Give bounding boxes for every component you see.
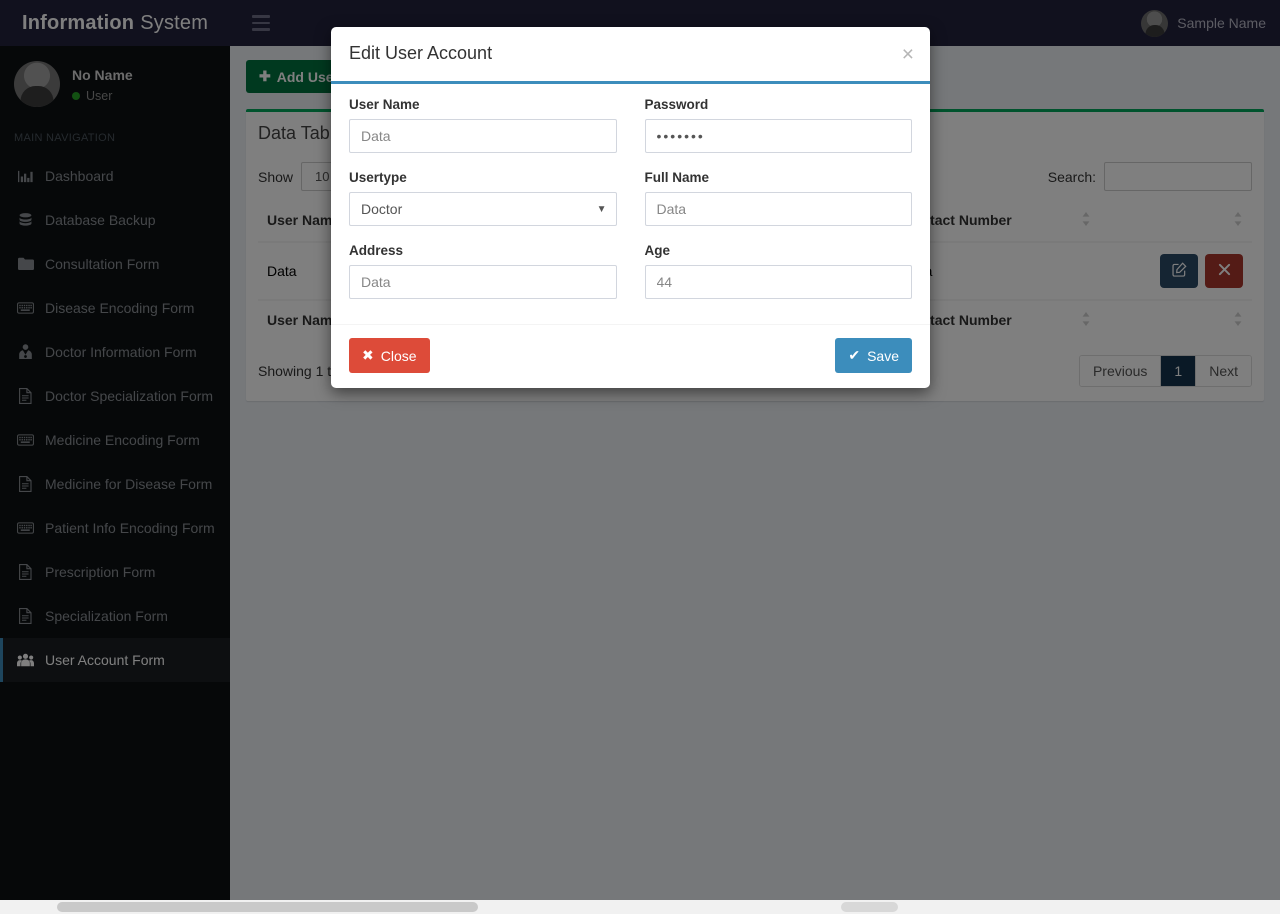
field-usertype: Usertype Doctor ▼ bbox=[349, 170, 617, 226]
modal-footer: ✖ Close ✔ Save bbox=[331, 324, 930, 388]
age-input[interactable] bbox=[644, 265, 912, 299]
age-label: Age bbox=[644, 243, 671, 258]
field-password: Password bbox=[644, 97, 912, 153]
field-age: Age bbox=[644, 243, 912, 299]
user-name-input[interactable] bbox=[349, 119, 617, 153]
save-button[interactable]: ✔ Save bbox=[835, 338, 912, 373]
check-icon: ✔ bbox=[848, 347, 861, 363]
modal-col-left-2: Usertype Doctor ▼ bbox=[349, 170, 617, 243]
horizontal-scrollbar[interactable] bbox=[0, 900, 1280, 914]
scrollbar-thumb[interactable] bbox=[57, 902, 478, 912]
password-label: Password bbox=[644, 97, 709, 112]
full-name-label: Full Name bbox=[644, 170, 710, 185]
modal-col-right-1: Password bbox=[644, 97, 912, 170]
usertype-label: Usertype bbox=[349, 170, 407, 185]
field-full-name: Full Name bbox=[644, 170, 912, 226]
modal-row-2: Usertype Doctor ▼ Full Name bbox=[349, 170, 912, 243]
modal-row-1: User Name Password bbox=[349, 97, 912, 170]
user-name-label: User Name bbox=[349, 97, 420, 112]
modal-col-left-3: Address bbox=[349, 243, 617, 316]
full-name-input[interactable] bbox=[644, 192, 912, 226]
usertype-selected-value: Doctor bbox=[361, 201, 403, 217]
modal-col-right-3: Age bbox=[644, 243, 912, 316]
app-root: InformationSystem Sample Name No Name Us… bbox=[0, 0, 1280, 914]
chevron-down-icon: ▼ bbox=[596, 203, 607, 215]
modal-header: Edit User Account × bbox=[331, 27, 930, 84]
close-button[interactable]: ✖ Close bbox=[349, 338, 430, 373]
modal-col-left-1: User Name bbox=[349, 97, 617, 170]
field-user-name: User Name bbox=[349, 97, 617, 153]
address-label: Address bbox=[349, 243, 404, 258]
address-input[interactable] bbox=[349, 265, 617, 299]
modal-title: Edit User Account bbox=[349, 43, 493, 63]
close-button-label: Close bbox=[380, 347, 417, 364]
modal-col-right-2: Full Name bbox=[644, 170, 912, 243]
field-address: Address bbox=[349, 243, 617, 299]
usertype-select[interactable]: Doctor ▼ bbox=[349, 192, 617, 226]
times-icon: ✖ bbox=[362, 347, 374, 363]
save-button-label: Save bbox=[867, 347, 899, 364]
modal-body: User Name Password Usertype bbox=[331, 84, 930, 324]
modal-row-3: Address Age bbox=[349, 243, 912, 316]
close-icon[interactable]: × bbox=[902, 44, 914, 65]
password-input[interactable] bbox=[644, 119, 912, 153]
edit-user-account-modal: Edit User Account × User Name Password bbox=[331, 27, 930, 388]
scrollbar-thumb-secondary[interactable] bbox=[841, 902, 898, 912]
